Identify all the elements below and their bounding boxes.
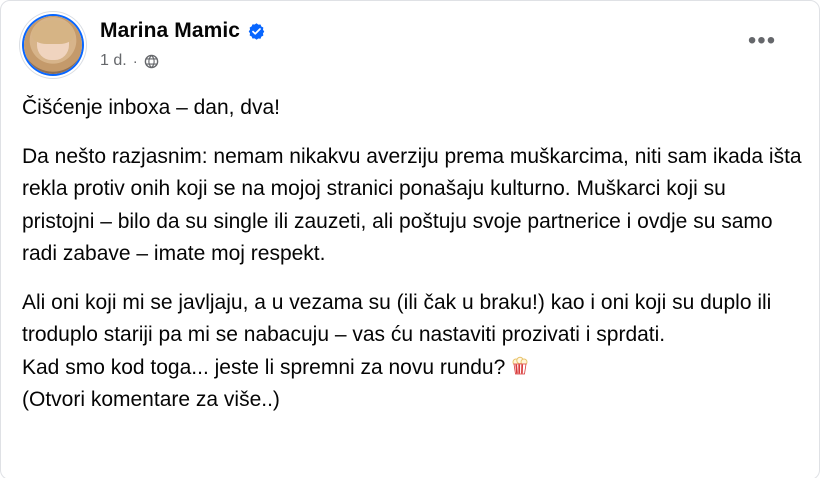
post-timestamp[interactable]: 1 d. (100, 52, 127, 70)
post-body: Čišćenje inboxa – dan, dva! Da nešto raz… (22, 92, 802, 417)
post-line-title: Čišćenje inboxa – dan, dva! (22, 96, 280, 119)
post-line-question: Kad smo kod toga... jeste li spremni za … (22, 352, 802, 385)
post-see-more[interactable]: (Otvori komentare za više..) (22, 384, 802, 417)
globe-icon (144, 54, 158, 68)
post-paragraph: Da nešto razjasnim: nemam nikakvu averzi… (22, 144, 802, 266)
post-card: Marina Mamic 1 d. · ••• Čišćenje inboxa … (0, 0, 820, 478)
verified-badge-icon (248, 22, 265, 40)
post-options-button[interactable]: ••• (745, 29, 779, 57)
author-name[interactable]: Marina Mamic (100, 18, 240, 44)
author-avatar[interactable] (24, 16, 82, 74)
author-row: Marina Mamic (100, 18, 266, 44)
post-paragraph: Ali oni koji mi se javljaju, a u vezama … (22, 290, 772, 347)
meta-separator: · (132, 52, 138, 70)
popcorn-icon (512, 356, 528, 374)
question-text: Kad smo kod toga... jeste li spremni za … (22, 355, 506, 379)
more-options-icon: ••• (747, 27, 777, 54)
post-meta: 1 d. · (100, 50, 159, 72)
